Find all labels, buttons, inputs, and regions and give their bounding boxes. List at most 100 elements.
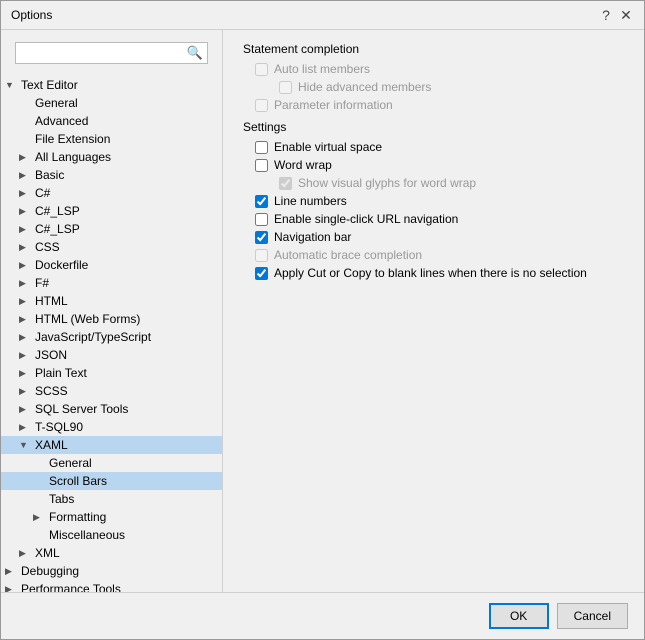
tree-label-xaml: XAML: [35, 438, 68, 452]
tree-arrow-json: ▶: [19, 350, 33, 361]
tree-item-tsql90[interactable]: ▶T-SQL90: [1, 418, 222, 436]
tree-label-xaml-misc: Miscellaneous: [49, 528, 125, 542]
tree-label-scss: SCSS: [35, 384, 68, 398]
tree-item-text-editor[interactable]: ▼Text Editor: [1, 76, 222, 94]
help-button[interactable]: ?: [598, 7, 614, 23]
auto-brace-label: Automatic brace completion: [274, 248, 422, 262]
tree-item-xaml-misc[interactable]: Miscellaneous: [1, 526, 222, 544]
apply-cut-copy-label: Apply Cut or Copy to blank lines when th…: [274, 266, 587, 280]
parameter-info-checkbox[interactable]: [255, 99, 268, 112]
tree-item-basic[interactable]: ▶Basic: [1, 166, 222, 184]
tree-label-dockerfile: Dockerfile: [35, 258, 88, 272]
show-glyphs-checkbox[interactable]: [279, 177, 292, 190]
tree-item-all-languages[interactable]: ▶All Languages: [1, 148, 222, 166]
tree-item-xaml-general[interactable]: General: [1, 454, 222, 472]
tree-item-xaml-scrollbars[interactable]: Scroll Bars: [1, 472, 222, 490]
tree-label-javascript-typescript: JavaScript/TypeScript: [35, 330, 151, 344]
show-glyphs-row: Show visual glyphs for word wrap: [279, 176, 624, 190]
apply-cut-copy-checkbox[interactable]: [255, 267, 268, 280]
settings-section: Settings Enable virtual space Word wrap …: [243, 120, 624, 280]
tree-arrow-dockerfile: ▶: [19, 260, 33, 271]
tree-item-csharp[interactable]: ▶C#: [1, 184, 222, 202]
ok-button[interactable]: OK: [489, 603, 549, 629]
tree-item-fsharp[interactable]: ▶F#: [1, 274, 222, 292]
cancel-button[interactable]: Cancel: [557, 603, 628, 629]
tree-label-css: CSS: [35, 240, 60, 254]
tree-item-xaml[interactable]: ▼XAML: [1, 436, 222, 454]
line-numbers-checkbox[interactable]: [255, 195, 268, 208]
statement-completion-title: Statement completion: [243, 42, 624, 56]
tree-item-xaml-formatting[interactable]: ▶Formatting: [1, 508, 222, 526]
tree-item-html[interactable]: ▶HTML: [1, 292, 222, 310]
tree-label-text-editor: Text Editor: [21, 78, 78, 92]
search-input[interactable]: [20, 46, 187, 60]
tree-arrow-tsql90: ▶: [19, 422, 33, 433]
parameter-info-label: Parameter information: [274, 98, 393, 112]
tree-arrow-plain-text: ▶: [19, 368, 33, 379]
tree-item-general[interactable]: General: [1, 94, 222, 112]
tree-item-dockerfile[interactable]: ▶Dockerfile: [1, 256, 222, 274]
tree-label-html: HTML: [35, 294, 68, 308]
url-nav-row: Enable single-click URL navigation: [255, 212, 624, 226]
tree-arrow-csharp-lsp: ▶: [19, 206, 33, 217]
tree-label-basic: Basic: [35, 168, 64, 182]
tree-arrow-xml: ▶: [19, 548, 33, 559]
tree-label-sql-server-tools: SQL Server Tools: [35, 402, 128, 416]
virtual-space-row: Enable virtual space: [255, 140, 624, 154]
auto-list-label: Auto list members: [274, 62, 370, 76]
tree-item-advanced[interactable]: Advanced: [1, 112, 222, 130]
tree-item-csharp-lsp2[interactable]: ▶C#_LSP: [1, 220, 222, 238]
tree-label-csharp-lsp: C#_LSP: [35, 204, 80, 218]
word-wrap-row: Word wrap: [255, 158, 624, 172]
tree-arrow-csharp: ▶: [19, 188, 33, 199]
tree-arrow-scss: ▶: [19, 386, 33, 397]
tree-arrow-css: ▶: [19, 242, 33, 253]
search-button[interactable]: 🔍: [187, 45, 203, 61]
close-button[interactable]: ✕: [618, 7, 634, 23]
tree-item-javascript-typescript[interactable]: ▶JavaScript/TypeScript: [1, 328, 222, 346]
tree-item-performance-tools[interactable]: ▶Performance Tools: [1, 580, 222, 592]
nav-bar-checkbox[interactable]: [255, 231, 268, 244]
auto-brace-checkbox[interactable]: [255, 249, 268, 262]
auto-list-checkbox[interactable]: [255, 63, 268, 76]
settings-title: Settings: [243, 120, 624, 134]
tree-arrow-html-webforms: ▶: [19, 314, 33, 325]
dialog-title: Options: [11, 8, 52, 22]
bottom-bar: OK Cancel: [1, 592, 644, 639]
tree-label-xml: XML: [35, 546, 60, 560]
right-panel: Statement completion Auto list members H…: [223, 30, 644, 592]
statement-completion-section: Statement completion Auto list members H…: [243, 42, 624, 112]
tree-label-csharp: C#: [35, 186, 50, 200]
tree-label-csharp-lsp2: C#_LSP: [35, 222, 80, 236]
tree-label-json: JSON: [35, 348, 67, 362]
tree-label-plain-text: Plain Text: [35, 366, 87, 380]
hide-advanced-checkbox[interactable]: [279, 81, 292, 94]
tree-item-css[interactable]: ▶CSS: [1, 238, 222, 256]
tree-item-xaml-tabs[interactable]: Tabs: [1, 490, 222, 508]
tree-item-file-extension[interactable]: File Extension: [1, 130, 222, 148]
word-wrap-label: Word wrap: [274, 158, 332, 172]
tree-item-debugging[interactable]: ▶Debugging: [1, 562, 222, 580]
tree-item-json[interactable]: ▶JSON: [1, 346, 222, 364]
virtual-space-checkbox[interactable]: [255, 141, 268, 154]
dialog-body: 🔍 ▼Text Editor General Advanced File Extens…: [1, 30, 644, 592]
tree-label-all-languages: All Languages: [35, 150, 111, 164]
word-wrap-checkbox[interactable]: [255, 159, 268, 172]
tree-item-csharp-lsp[interactable]: ▶C#_LSP: [1, 202, 222, 220]
auto-list-row: Auto list members: [255, 62, 624, 76]
tree-item-xml[interactable]: ▶XML: [1, 544, 222, 562]
options-dialog: Options ? ✕ 🔍 ▼Text Editor General Advance…: [0, 0, 645, 640]
tree-item-plain-text[interactable]: ▶Plain Text: [1, 364, 222, 382]
tree-item-sql-server-tools[interactable]: ▶SQL Server Tools: [1, 400, 222, 418]
tree-item-scss[interactable]: ▶SCSS: [1, 382, 222, 400]
url-nav-checkbox[interactable]: [255, 213, 268, 226]
tree-arrow-all-languages: ▶: [19, 152, 33, 163]
tree-container[interactable]: ▼Text Editor General Advanced File Extensio…: [1, 74, 222, 592]
tree-item-html-webforms[interactable]: ▶HTML (Web Forms): [1, 310, 222, 328]
tree-label-general: General: [35, 96, 78, 110]
left-panel: 🔍 ▼Text Editor General Advanced File Extens…: [1, 30, 223, 592]
auto-brace-row: Automatic brace completion: [255, 248, 624, 262]
tree-arrow-debugging: ▶: [5, 566, 19, 577]
parameter-info-row: Parameter information: [255, 98, 624, 112]
tree-label-advanced: Advanced: [35, 114, 88, 128]
